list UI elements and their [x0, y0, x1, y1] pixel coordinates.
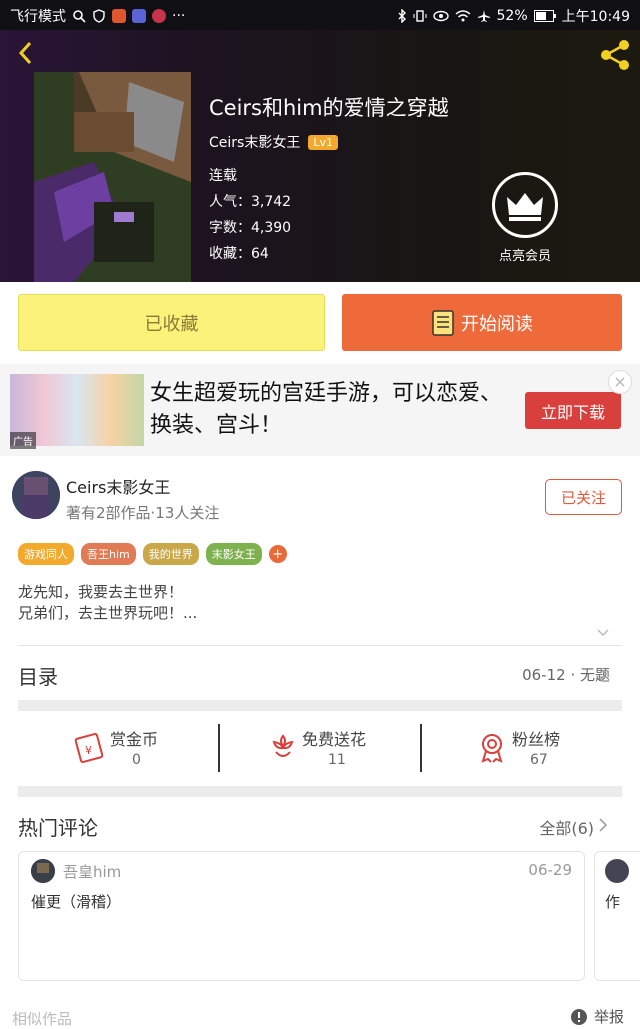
comment-text-peek: 作: [605, 893, 621, 911]
share-icon[interactable]: [598, 38, 632, 72]
comment-user[interactable]: 吾皇him: [63, 861, 121, 882]
bluetooth-icon: [398, 9, 406, 23]
free-flower-label: 免费送花: [302, 730, 367, 749]
start-reading-label: 开始阅读: [461, 313, 533, 335]
ad-tag: 广告: [10, 432, 36, 449]
similar-works-title: 相似作品: [12, 1010, 73, 1028]
description-line-1: 龙先知，我要去主世界！: [18, 583, 184, 601]
section-band: [18, 700, 622, 711]
reward-coins-value: 0: [132, 752, 141, 768]
medal-icon: [481, 734, 503, 763]
followed-label: 已关注: [560, 488, 606, 507]
alert-icon: [571, 1008, 587, 1025]
app-notification-icon: [112, 9, 126, 23]
book-icon: [432, 309, 454, 336]
author-avatar[interactable]: [12, 471, 60, 519]
tag-game-fanfic[interactable]: 游戏同人: [18, 543, 74, 565]
close-icon: [615, 377, 625, 387]
chevron-right-icon-2[interactable]: [598, 817, 608, 833]
tag-wuwang-him[interactable]: 吾王him: [81, 543, 136, 565]
search-icon: [73, 10, 86, 23]
vibrate-icon: [413, 10, 427, 22]
comment-card[interactable]: 吾皇him 06-29 催更（滑稽）: [18, 851, 585, 981]
fan-ranking-label: 粉丝榜: [512, 730, 561, 749]
description-line-2: 兄弟们，去主世界玩吧！...: [18, 604, 198, 622]
svg-text:¥: ¥: [85, 744, 92, 757]
section-band-2: [18, 786, 622, 797]
toc-latest-chapter[interactable]: 06-12 · 无题: [522, 664, 610, 685]
comment-avatar-image: [31, 859, 55, 883]
red-envelope-icon: ¥: [74, 733, 104, 763]
book-header: Ceirs和him的爱情之穿越 Ceirs末影女王 Lv1 连载 人气：3,74…: [0, 30, 640, 282]
all-comments-link[interactable]: 全部(6): [539, 815, 594, 839]
comment-text: 催更（滑稽）: [31, 893, 122, 911]
avatar-image: [12, 471, 60, 519]
collected-button[interactable]: 已收藏: [18, 294, 325, 351]
cover-illustration: [34, 72, 191, 282]
add-tag-button[interactable]: +: [268, 545, 287, 563]
fan-ranking-value: 67: [530, 752, 548, 768]
toc-title[interactable]: 目录: [18, 661, 58, 690]
eye-icon: [432, 10, 449, 22]
start-reading-button[interactable]: 开始阅读: [342, 294, 622, 351]
crown-icon: [507, 193, 543, 221]
author-name[interactable]: Ceirs末影女王: [66, 474, 170, 498]
popularity-stat: 人气：3,742: [209, 194, 292, 210]
vip-crown-button[interactable]: [492, 172, 558, 238]
book-author-row: Ceirs末影女王 Lv1: [209, 132, 338, 152]
clock: 上午10:49: [561, 9, 630, 25]
tag-minecraft[interactable]: 我的世界: [142, 543, 199, 565]
shield-icon: [93, 9, 105, 23]
stat-divider-2: [420, 724, 422, 772]
app-notification-icon-2: [152, 9, 166, 23]
music-notification-icon: [132, 9, 146, 23]
serial-status: 连载: [209, 168, 237, 184]
status-bar: 飞行模式 ··· 52% 上午10:49: [0, 0, 640, 30]
back-arrow-icon[interactable]: [12, 38, 42, 68]
expand-chevron-icon[interactable]: [596, 628, 610, 638]
comment-card-peek[interactable]: 作: [594, 851, 640, 981]
followed-button[interactable]: 已关注: [545, 479, 622, 515]
book-description[interactable]: 龙先知，我要去主世界！ 兄弟们，去主世界玩吧！...: [18, 582, 197, 624]
comment-date: 06-29: [528, 861, 572, 879]
favorites-stat: 收藏：64: [209, 246, 269, 262]
book-title: Ceirs和him的爱情之穿越: [209, 96, 449, 120]
book-cover[interactable]: [34, 72, 191, 282]
divider: [18, 645, 622, 646]
tag-list: 游戏同人 吾王him 我的世界 末影女王 +: [18, 543, 287, 565]
airplane-icon: [477, 10, 490, 22]
comment-avatar-2: [605, 859, 629, 883]
book-author[interactable]: Ceirs末影女王: [209, 132, 300, 152]
status-right: 52% 上午10:49: [397, 6, 630, 26]
ad-text[interactable]: 女生超爱玩的宫廷手游，可以恋爱、换装、宫斗！: [150, 378, 510, 442]
stat-divider: [218, 724, 220, 772]
vip-label[interactable]: 点亮会员: [470, 245, 580, 264]
author-subtitle: 著有2部作品·13人关注: [66, 504, 220, 522]
ad-download-button[interactable]: 立即下载: [525, 392, 621, 429]
free-flower-value: 11: [328, 752, 346, 768]
level-badge: Lv1: [308, 134, 338, 150]
chevron-right-icon[interactable]: [598, 666, 608, 682]
word-count-stat: 字数：4,390: [209, 220, 292, 236]
battery-icon: [533, 10, 556, 22]
comment-avatar[interactable]: [31, 859, 55, 883]
reward-coins-label: 赏金币: [110, 730, 159, 749]
airplane-mode-text: 飞行模式: [10, 9, 66, 25]
wifi-icon: [455, 10, 470, 22]
flower-icon: [272, 734, 294, 757]
battery-percent: 52%: [496, 8, 528, 24]
ad-close-button[interactable]: [608, 370, 632, 394]
collected-label: 已收藏: [144, 313, 199, 335]
more-notifications-icon: ···: [172, 8, 186, 24]
hot-comments-title: 热门评论: [18, 816, 98, 840]
status-left: 飞行模式 ···: [10, 6, 185, 26]
tag-ender-queen[interactable]: 末影女王: [205, 543, 262, 565]
